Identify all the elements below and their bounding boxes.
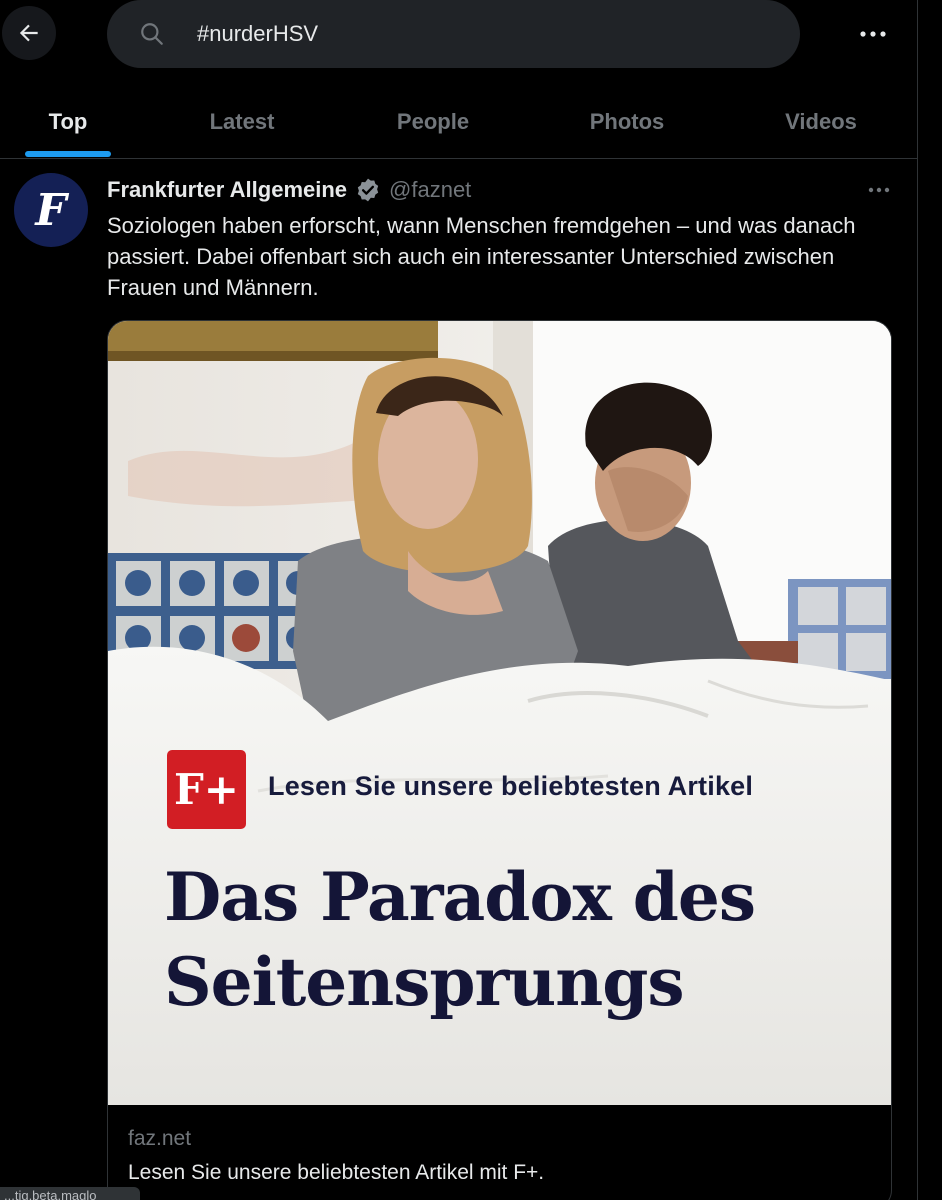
- search-icon: [139, 20, 167, 48]
- tab-latest[interactable]: Latest: [174, 84, 310, 159]
- search-tabs: Top Latest People Photos Videos: [0, 84, 917, 159]
- more-horizontal-icon: [860, 31, 886, 37]
- headline-line-2: Seitensprungs: [164, 943, 685, 1021]
- fragment-text: ...tig.beta.maglo: [4, 1188, 97, 1200]
- avatar[interactable]: F: [14, 173, 88, 247]
- author-name[interactable]: Frankfurter Allgemeine: [107, 177, 347, 203]
- search-input[interactable]: [197, 21, 757, 47]
- more-horizontal-icon: [868, 187, 890, 193]
- tweet-header: Frankfurter Allgemeine @faznet: [107, 175, 471, 205]
- tweet-text: Soziologen haben erforscht, wann Mensche…: [107, 213, 856, 300]
- column-divider: [917, 0, 918, 1200]
- link-card[interactable]: F+ Lesen Sie unsere beliebtesten Artikel…: [107, 320, 892, 1200]
- card-image[interactable]: F+ Lesen Sie unsere beliebtesten Artikel…: [108, 321, 891, 1105]
- search-bar[interactable]: [107, 0, 800, 68]
- card-description: Lesen Sie unsere beliebtesten Artikel mi…: [128, 1161, 545, 1184]
- tab-top[interactable]: Top: [0, 84, 136, 159]
- card-promo-text: Lesen Sie unsere beliebtesten Artikel: [268, 771, 754, 801]
- verified-badge-icon: [355, 177, 381, 203]
- more-options-button[interactable]: [846, 10, 900, 58]
- card-headline: Das Paradox des Seitensprungs: [164, 855, 884, 1025]
- tab-videos[interactable]: Videos: [743, 84, 899, 159]
- headline-line-1: Das Paradox des: [164, 858, 756, 936]
- back-button[interactable]: [2, 6, 56, 60]
- tab-photos[interactable]: Photos: [549, 84, 705, 159]
- fplus-badge: F+: [167, 750, 246, 829]
- avatar-logo: F: [35, 184, 67, 236]
- tweet-more-button[interactable]: [854, 176, 904, 204]
- bottom-left-fragment: ...tig.beta.maglo: [0, 1187, 140, 1200]
- author-handle[interactable]: @faznet: [389, 177, 471, 203]
- arrow-left-icon: [19, 24, 38, 42]
- tab-people[interactable]: People: [355, 84, 511, 159]
- card-domain: faz.net: [128, 1127, 192, 1150]
- active-tab-indicator: [25, 151, 111, 157]
